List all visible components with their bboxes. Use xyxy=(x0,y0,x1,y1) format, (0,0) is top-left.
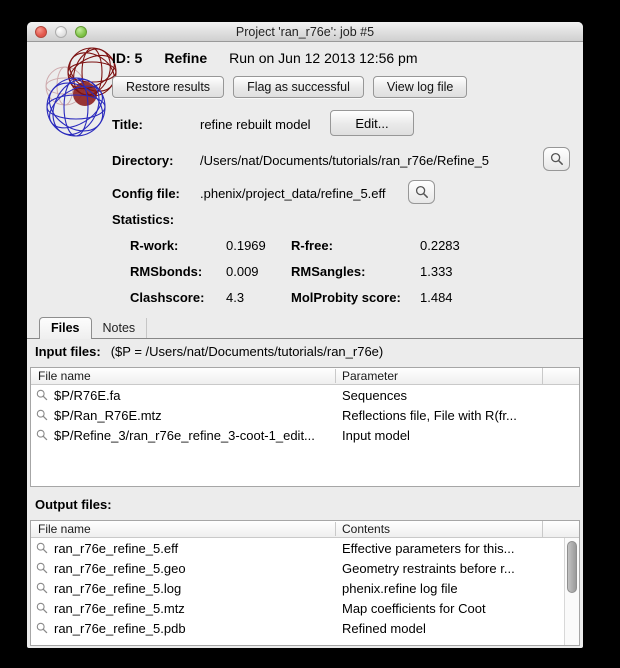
search-icon[interactable] xyxy=(36,562,48,574)
stat-label: MolProbity score: xyxy=(291,290,420,305)
file-name: $P/Refine_3/ran_r76e_refine_3-coot-1_edi… xyxy=(54,428,315,443)
search-icon[interactable] xyxy=(36,389,48,401)
column-header-contents[interactable]: Contents xyxy=(335,522,542,536)
input-files-label: Input files: xyxy=(35,344,101,359)
desktop-background: Project 'ran_r76e': job #5 xyxy=(0,0,620,668)
job-detail-window: Project 'ran_r76e': job #5 xyxy=(27,22,583,648)
table-row[interactable]: $P/Refine_3/ran_r76e_refine_3-coot-1_edi… xyxy=(31,425,579,445)
stat-label: R-free: xyxy=(291,238,420,253)
stat-value: 0.1969 xyxy=(226,238,291,253)
file-name: $P/R76E.fa xyxy=(54,388,121,403)
restore-results-button[interactable]: Restore results xyxy=(112,76,224,98)
file-name: ran_r76e_refine_5.log xyxy=(54,581,181,596)
search-icon xyxy=(550,152,564,166)
tab-notes[interactable]: Notes xyxy=(92,318,148,338)
output-files-table: File name Contents ran_r76e_refine_5.eff… xyxy=(30,520,580,646)
input-files-heading: Input files: ($P = /Users/nat/Documents/t… xyxy=(35,344,383,359)
molecule-icon xyxy=(43,44,121,145)
scrollbar-thumb[interactable] xyxy=(567,541,577,593)
stat-label: RMSbonds: xyxy=(130,264,226,279)
file-name: ran_r76e_refine_5.geo xyxy=(54,561,186,576)
stat-value: 1.333 xyxy=(420,264,460,279)
search-icon[interactable] xyxy=(36,409,48,421)
file-contents: phenix.refine log file xyxy=(336,581,579,596)
view-config-button[interactable] xyxy=(408,180,435,204)
job-id: ID: 5 xyxy=(112,50,142,66)
job-header: ID: 5 Refine Run on Jun 12 2013 12:56 pm xyxy=(112,50,418,66)
search-icon xyxy=(415,185,429,199)
tab-files[interactable]: Files xyxy=(39,317,92,339)
file-parameter: Input model xyxy=(336,428,579,443)
vertical-scrollbar[interactable] xyxy=(564,538,579,645)
job-type: Refine xyxy=(164,50,207,66)
browse-directory-button[interactable] xyxy=(543,147,570,171)
stat-value: 0.009 xyxy=(226,264,291,279)
column-header-spacer xyxy=(542,368,579,384)
edit-title-button[interactable]: Edit... xyxy=(330,110,414,136)
search-icon[interactable] xyxy=(36,602,48,614)
table-row[interactable]: ran_r76e_refine_5.geo Geometry restraint… xyxy=(31,558,579,578)
column-header-spacer xyxy=(542,521,579,537)
tab-bar: Files Notes xyxy=(39,318,147,339)
stat-value: 0.2283 xyxy=(420,238,460,253)
table-row[interactable]: $P/R76E.fa Sequences xyxy=(31,385,579,405)
title-value: refine rebuilt model xyxy=(200,117,311,132)
statistics-heading: Statistics: xyxy=(112,212,174,227)
file-parameter: Reflections file, File with R(fr... xyxy=(336,408,579,423)
search-icon[interactable] xyxy=(36,582,48,594)
file-contents: Geometry restraints before r... xyxy=(336,561,579,576)
job-run-info: Run on Jun 12 2013 12:56 pm xyxy=(229,50,417,66)
stat-value: 4.3 xyxy=(226,290,291,305)
table-row[interactable]: ran_r76e_refine_5.mtz Map coefficients f… xyxy=(31,598,579,618)
view-log-button[interactable]: View log file xyxy=(373,76,467,98)
table-row[interactable]: ran_r76e_refine_5.pdb Refined model xyxy=(31,618,579,638)
window-title: Project 'ran_r76e': job #5 xyxy=(27,25,583,39)
search-icon[interactable] xyxy=(36,542,48,554)
table-row[interactable]: ran_r76e_refine_5.log phenix.refine log … xyxy=(31,578,579,598)
directory-label: Directory: xyxy=(112,153,173,168)
stat-label: R-work: xyxy=(130,238,226,253)
search-icon[interactable] xyxy=(36,622,48,634)
flag-successful-button[interactable]: Flag as successful xyxy=(233,76,364,98)
input-path-note: ($P = /Users/nat/Documents/tutorials/ran… xyxy=(111,344,384,359)
stat-label: RMSangles: xyxy=(291,264,420,279)
output-files-heading: Output files: xyxy=(35,497,112,512)
file-name: $P/Ran_R76E.mtz xyxy=(54,408,162,423)
file-name: ran_r76e_refine_5.mtz xyxy=(54,601,185,616)
file-parameter: Sequences xyxy=(336,388,579,403)
directory-value: /Users/nat/Documents/tutorials/ran_r76e/… xyxy=(200,153,489,168)
column-header-parameter[interactable]: Parameter xyxy=(335,369,542,383)
output-table-header: File name Contents xyxy=(31,521,579,538)
table-row[interactable]: $P/Ran_R76E.mtz Reflections file, File w… xyxy=(31,405,579,425)
table-row[interactable]: ran_r76e_refine_5.eff Effective paramete… xyxy=(31,538,579,558)
file-contents: Map coefficients for Coot xyxy=(336,601,579,616)
file-contents: Effective parameters for this... xyxy=(336,541,579,556)
column-header-file-name[interactable]: File name xyxy=(31,369,335,383)
window-titlebar[interactable]: Project 'ran_r76e': job #5 xyxy=(27,22,583,42)
stat-label: Clashscore: xyxy=(130,290,226,305)
config-file-label: Config file: xyxy=(112,186,180,201)
config-file-value: .phenix/project_data/refine_5.eff xyxy=(200,186,386,201)
input-files-table: File name Parameter $P/R76E.fa Sequences… xyxy=(30,367,580,487)
input-table-header: File name Parameter xyxy=(31,368,579,385)
job-action-buttons: Restore results Flag as successful View … xyxy=(112,76,467,98)
statistics-grid: R-work: 0.1969 R-free: 0.2283 RMSbonds: … xyxy=(130,238,460,305)
file-contents: Refined model xyxy=(336,621,579,636)
file-name: ran_r76e_refine_5.eff xyxy=(54,541,178,556)
column-header-file-name[interactable]: File name xyxy=(31,522,335,536)
stat-value: 1.484 xyxy=(420,290,460,305)
file-name: ran_r76e_refine_5.pdb xyxy=(54,621,186,636)
output-files-label: Output files: xyxy=(35,497,112,512)
title-label: Title: xyxy=(112,117,143,132)
search-icon[interactable] xyxy=(36,429,48,441)
